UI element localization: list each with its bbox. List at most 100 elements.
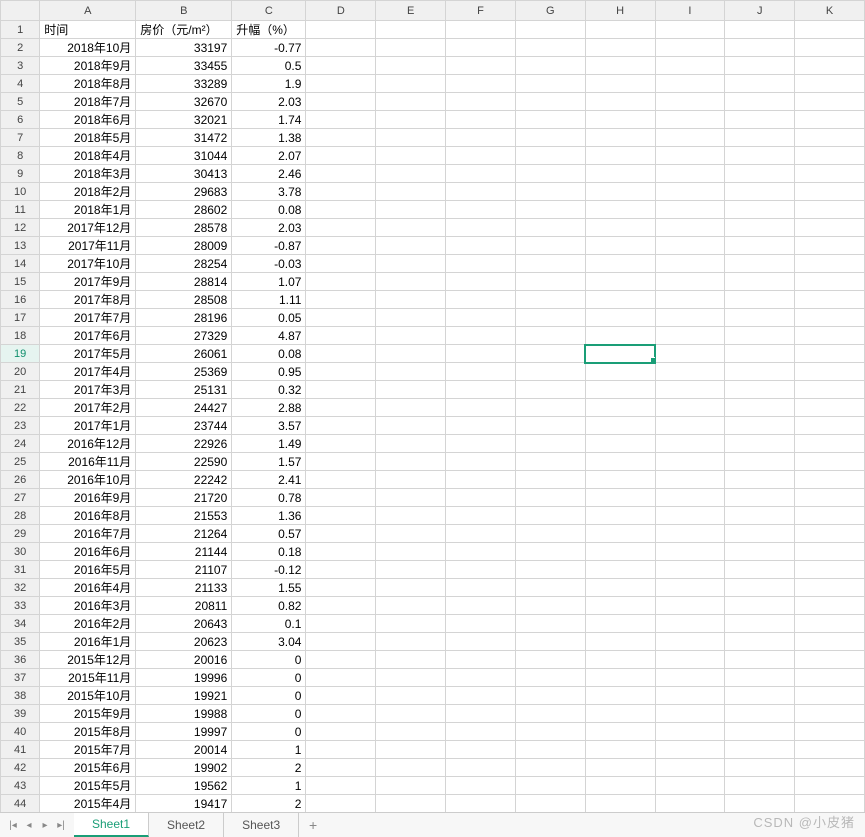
cell-F19[interactable]: [446, 345, 516, 363]
cell-E31[interactable]: [376, 561, 446, 579]
cell-H13[interactable]: [585, 237, 655, 255]
cell-A39[interactable]: 2015年9月: [40, 705, 136, 723]
cell-D15[interactable]: [306, 273, 376, 291]
tab-sheet1[interactable]: Sheet1: [74, 813, 149, 837]
cell-D24[interactable]: [306, 435, 376, 453]
cell-J2[interactable]: [725, 39, 795, 57]
cell-G1[interactable]: [515, 21, 585, 39]
row-header-9[interactable]: 9: [1, 165, 40, 183]
row-header-8[interactable]: 8: [1, 147, 40, 165]
cell-A3[interactable]: 2018年9月: [40, 57, 136, 75]
row-header-29[interactable]: 29: [1, 525, 40, 543]
cell-B25[interactable]: 22590: [136, 453, 232, 471]
cell-G25[interactable]: [515, 453, 585, 471]
cell-B43[interactable]: 19562: [136, 777, 232, 795]
cell-F41[interactable]: [446, 741, 516, 759]
cell-J21[interactable]: [725, 381, 795, 399]
cell-A23[interactable]: 2017年1月: [40, 417, 136, 435]
cell-K3[interactable]: [795, 57, 865, 75]
cell-C13[interactable]: -0.87: [232, 237, 306, 255]
cell-D9[interactable]: [306, 165, 376, 183]
cell-I36[interactable]: [655, 651, 725, 669]
cell-F37[interactable]: [446, 669, 516, 687]
cell-H25[interactable]: [585, 453, 655, 471]
cell-A42[interactable]: 2015年6月: [40, 759, 136, 777]
cell-K40[interactable]: [795, 723, 865, 741]
cell-D44[interactable]: [306, 795, 376, 813]
cell-C29[interactable]: 0.57: [232, 525, 306, 543]
cell-B40[interactable]: 19997: [136, 723, 232, 741]
row-header-18[interactable]: 18: [1, 327, 40, 345]
cell-C5[interactable]: 2.03: [232, 93, 306, 111]
row-header-25[interactable]: 25: [1, 453, 40, 471]
cell-K29[interactable]: [795, 525, 865, 543]
cell-G22[interactable]: [515, 399, 585, 417]
cell-F9[interactable]: [446, 165, 516, 183]
cell-K27[interactable]: [795, 489, 865, 507]
cell-J7[interactable]: [725, 129, 795, 147]
cell-K8[interactable]: [795, 147, 865, 165]
cell-K36[interactable]: [795, 651, 865, 669]
cell-H21[interactable]: [585, 381, 655, 399]
cell-I10[interactable]: [655, 183, 725, 201]
row-header-23[interactable]: 23: [1, 417, 40, 435]
cell-F2[interactable]: [446, 39, 516, 57]
cell-D31[interactable]: [306, 561, 376, 579]
row-header-35[interactable]: 35: [1, 633, 40, 651]
cell-D14[interactable]: [306, 255, 376, 273]
cell-K24[interactable]: [795, 435, 865, 453]
row-header-13[interactable]: 13: [1, 237, 40, 255]
cell-D7[interactable]: [306, 129, 376, 147]
cell-A9[interactable]: 2018年3月: [40, 165, 136, 183]
cell-F28[interactable]: [446, 507, 516, 525]
cell-G18[interactable]: [515, 327, 585, 345]
cell-A41[interactable]: 2015年7月: [40, 741, 136, 759]
column-header-C[interactable]: C: [232, 1, 306, 21]
cell-I43[interactable]: [655, 777, 725, 795]
cell-J5[interactable]: [725, 93, 795, 111]
cell-C24[interactable]: 1.49: [232, 435, 306, 453]
cell-G28[interactable]: [515, 507, 585, 525]
cell-B41[interactable]: 20014: [136, 741, 232, 759]
cell-I33[interactable]: [655, 597, 725, 615]
cell-G2[interactable]: [515, 39, 585, 57]
cell-H29[interactable]: [585, 525, 655, 543]
cell-K25[interactable]: [795, 453, 865, 471]
cell-B38[interactable]: 19921: [136, 687, 232, 705]
cell-H36[interactable]: [585, 651, 655, 669]
cell-B14[interactable]: 28254: [136, 255, 232, 273]
cell-G31[interactable]: [515, 561, 585, 579]
cell-H16[interactable]: [585, 291, 655, 309]
cell-C31[interactable]: -0.12: [232, 561, 306, 579]
cell-A38[interactable]: 2015年10月: [40, 687, 136, 705]
cell-F24[interactable]: [446, 435, 516, 453]
cell-D37[interactable]: [306, 669, 376, 687]
cell-E43[interactable]: [376, 777, 446, 795]
cell-A13[interactable]: 2017年11月: [40, 237, 136, 255]
cell-B29[interactable]: 21264: [136, 525, 232, 543]
cell-G10[interactable]: [515, 183, 585, 201]
cell-H40[interactable]: [585, 723, 655, 741]
cell-D36[interactable]: [306, 651, 376, 669]
cell-D11[interactable]: [306, 201, 376, 219]
cell-E28[interactable]: [376, 507, 446, 525]
cell-E26[interactable]: [376, 471, 446, 489]
cell-I9[interactable]: [655, 165, 725, 183]
cell-E18[interactable]: [376, 327, 446, 345]
row-header-19[interactable]: 19: [1, 345, 40, 363]
cell-C16[interactable]: 1.11: [232, 291, 306, 309]
cell-B28[interactable]: 21553: [136, 507, 232, 525]
cell-G21[interactable]: [515, 381, 585, 399]
cell-K42[interactable]: [795, 759, 865, 777]
cell-G12[interactable]: [515, 219, 585, 237]
cell-I19[interactable]: [655, 345, 725, 363]
cell-K39[interactable]: [795, 705, 865, 723]
cell-I21[interactable]: [655, 381, 725, 399]
cell-H4[interactable]: [585, 75, 655, 93]
cell-B39[interactable]: 19988: [136, 705, 232, 723]
cell-E22[interactable]: [376, 399, 446, 417]
tab-sheet3[interactable]: Sheet3: [224, 813, 299, 837]
column-header-J[interactable]: J: [725, 1, 795, 21]
cell-K30[interactable]: [795, 543, 865, 561]
cell-K34[interactable]: [795, 615, 865, 633]
